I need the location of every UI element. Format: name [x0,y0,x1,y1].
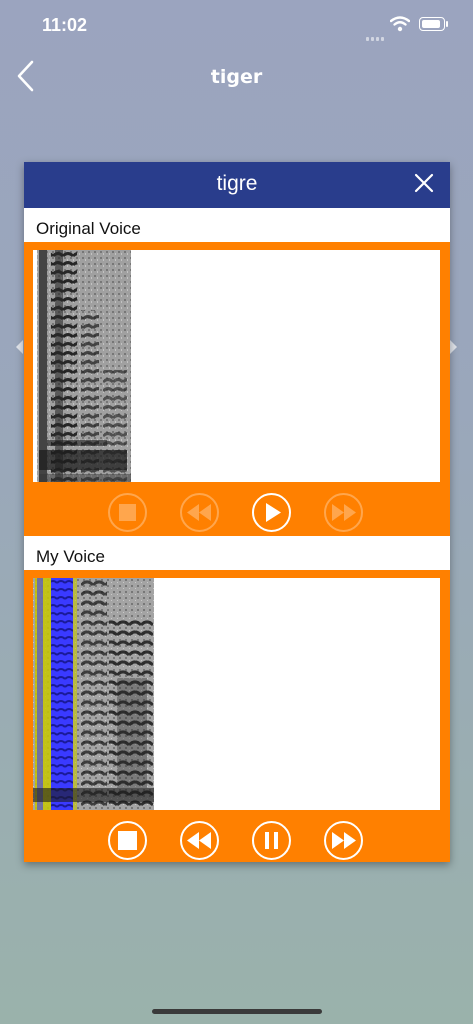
my-voice-label-bar: My Voice [24,536,450,570]
original-spectrogram-image [37,250,131,482]
my-voice-spectrogram [33,578,440,810]
original-rewind-button[interactable] [180,493,219,532]
my-voice-spectrogram-image [33,578,154,810]
home-indicator [152,1009,322,1014]
pause-icon [265,832,278,849]
wifi-icon [390,16,410,32]
fast-forward-icon [332,504,356,521]
stop-icon [118,831,137,850]
rewind-icon [187,504,211,521]
original-voice-label-bar: Original Voice [24,208,450,242]
my-pause-button[interactable] [252,821,291,860]
previous-page-arrow-icon[interactable] [16,340,24,354]
stop-icon [119,504,136,521]
my-forward-button[interactable] [324,821,363,860]
original-voice-spectrogram [33,250,440,482]
close-icon[interactable] [414,173,434,193]
dialog-header: tigre [24,162,450,208]
nav-title: tiger [210,66,263,88]
play-icon [266,503,281,522]
original-voice-label: Original Voice [36,219,141,238]
rewind-icon [187,832,211,849]
fast-forward-icon [332,832,356,849]
pronunciation-dialog: tigre Original Voice My Voice [24,162,450,862]
status-bar: 11:02 [0,0,473,50]
original-stop-button[interactable] [108,493,147,532]
dialog-title: tigre [216,172,258,195]
original-forward-button[interactable] [324,493,363,532]
my-rewind-button[interactable] [180,821,219,860]
cellular-signal-icon [366,28,386,46]
original-play-button[interactable] [252,493,291,532]
status-time: 11:02 [42,15,88,35]
my-voice-label: My Voice [36,547,105,566]
my-stop-button[interactable] [108,821,147,860]
next-page-arrow-icon[interactable] [449,340,457,354]
battery-icon [419,17,448,31]
navigation-bar: tiger [0,50,473,100]
